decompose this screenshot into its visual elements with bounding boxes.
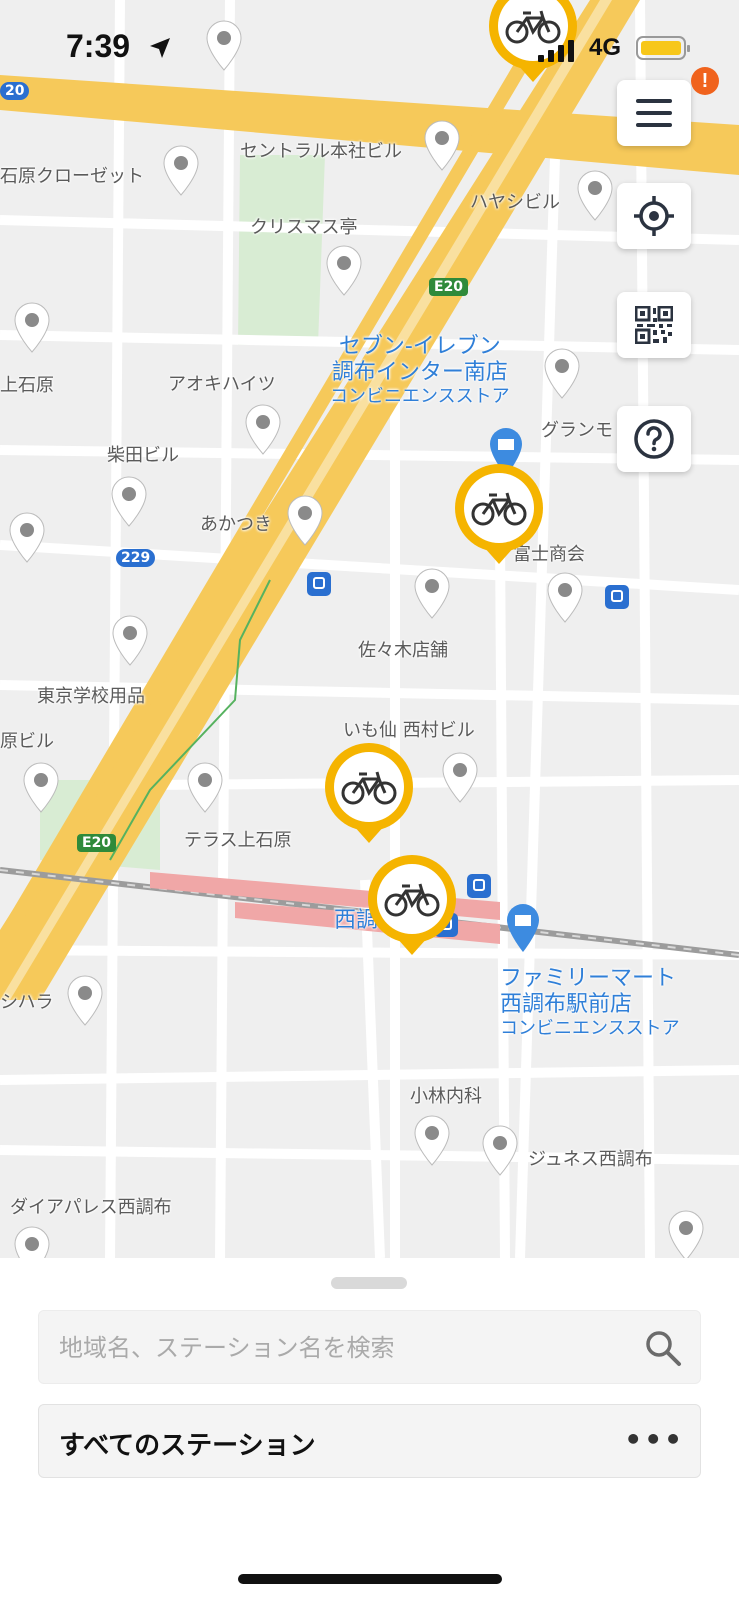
poi-category: コンビニエンスストア xyxy=(330,385,510,407)
convenience-store-icon[interactable] xyxy=(504,902,542,954)
bus-stop-icon[interactable] xyxy=(467,874,491,898)
map-pin-icon[interactable] xyxy=(667,1210,705,1258)
bike-station-pin[interactable] xyxy=(366,853,458,957)
bike-station-pin[interactable] xyxy=(453,462,545,566)
map-pin-icon[interactable] xyxy=(325,245,363,297)
status-time: 7:39 xyxy=(66,28,131,64)
network-type: 4G xyxy=(589,34,622,61)
map-pin-icon[interactable] xyxy=(186,762,224,814)
more-options-button[interactable]: ••• xyxy=(624,1423,684,1456)
search-input[interactable] xyxy=(57,1311,621,1385)
place-label: グランモ xyxy=(541,420,613,441)
map-pin-icon[interactable] xyxy=(110,476,148,528)
location-arrow-icon xyxy=(150,38,170,58)
map-pin-icon[interactable] xyxy=(162,145,200,197)
poi-familymart[interactable]: ファミリーマート 西調布駅前店 コンビニエンスストア xyxy=(500,966,680,1039)
map-pin-icon[interactable] xyxy=(413,568,451,620)
place-label: 小林内科 xyxy=(410,1086,482,1107)
map-pin-icon[interactable] xyxy=(543,348,581,400)
station-search[interactable] xyxy=(38,1310,701,1385)
place-label: アオキハイツ xyxy=(168,374,276,395)
place-label: ハヤシビル xyxy=(470,192,560,213)
search-icon[interactable] xyxy=(644,1329,682,1367)
place-label: 上石原 xyxy=(0,375,54,396)
map-pin-icon[interactable] xyxy=(244,404,282,456)
place-label: いも仙 西村ビル xyxy=(343,720,475,741)
place-label: ジュネス西調布 xyxy=(528,1149,653,1170)
qr-code-icon xyxy=(635,306,673,344)
place-label: 原ビル xyxy=(0,731,54,752)
map-pin-icon[interactable] xyxy=(13,302,51,354)
map-pin-icon[interactable] xyxy=(111,615,149,667)
hamburger-menu-icon xyxy=(636,99,672,127)
map-pin-icon[interactable] xyxy=(413,1115,451,1167)
place-label: テラス上石原 xyxy=(184,830,292,851)
help-button[interactable] xyxy=(617,406,691,472)
help-question-icon xyxy=(634,419,674,459)
poi-seven-eleven[interactable]: セブン-イレブン 調布インター南店 コンビニエンスストア xyxy=(330,334,510,407)
place-label: 東京学校用品 xyxy=(37,686,145,707)
crosshair-locate-icon xyxy=(634,196,674,236)
map-pin-icon[interactable] xyxy=(576,170,614,222)
qr-scan-button[interactable] xyxy=(617,292,691,358)
bus-stop-icon[interactable] xyxy=(307,572,331,596)
place-label: あかつき xyxy=(200,514,272,535)
menu-button[interactable] xyxy=(617,80,691,146)
map-pin-icon[interactable] xyxy=(423,120,461,172)
bottom-sheet: すべてのステーション ••• xyxy=(0,1258,739,1600)
map-pin-icon[interactable] xyxy=(13,1226,51,1258)
sheet-grabber[interactable] xyxy=(331,1277,407,1289)
alert-badge[interactable]: ! xyxy=(691,67,719,95)
map-pin-icon[interactable] xyxy=(286,495,324,547)
place-label: 石原クローゼット xyxy=(0,166,144,187)
place-label: シハラ xyxy=(0,992,54,1013)
all-stations-row[interactable]: すべてのステーション ••• xyxy=(38,1404,701,1478)
place-label: 柴田ビル xyxy=(107,445,179,466)
map-pin-icon[interactable] xyxy=(546,572,584,624)
map-pin-icon[interactable] xyxy=(22,762,60,814)
poi-name: 西調布駅前店 xyxy=(500,991,633,1017)
bike-station-pin[interactable] xyxy=(323,741,415,845)
status-bar: 7:39 4G xyxy=(0,0,739,90)
route-sign: 229 xyxy=(116,549,156,567)
battery-icon xyxy=(636,36,690,60)
place-label: 佐々木店舗 xyxy=(358,640,448,661)
place-label: ダイアパレス西調布 xyxy=(10,1197,172,1218)
route-sign: E20 xyxy=(429,278,469,296)
bus-stop-icon[interactable] xyxy=(605,585,629,609)
map-pin-icon[interactable] xyxy=(66,975,104,1027)
cellular-signal-icon xyxy=(538,40,574,62)
poi-name: ファミリーマート xyxy=(500,966,677,991)
map-pin-icon[interactable] xyxy=(8,512,46,564)
place-label: クリスマス亭 xyxy=(250,217,358,238)
poi-name: セブン-イレブン xyxy=(338,334,501,359)
map-pin-icon[interactable] xyxy=(481,1125,519,1177)
poi-name: 調布インター南店 xyxy=(331,359,508,385)
route-sign: E20 xyxy=(77,834,117,852)
poi-category: コンビニエンスストア xyxy=(500,1017,680,1039)
locate-me-button[interactable] xyxy=(617,183,691,249)
place-label: セントラル本社ビル xyxy=(240,141,402,162)
map-pin-icon[interactable] xyxy=(441,752,479,804)
home-indicator xyxy=(238,1574,502,1584)
all-stations-label: すべてのステーション xyxy=(59,1431,316,1461)
